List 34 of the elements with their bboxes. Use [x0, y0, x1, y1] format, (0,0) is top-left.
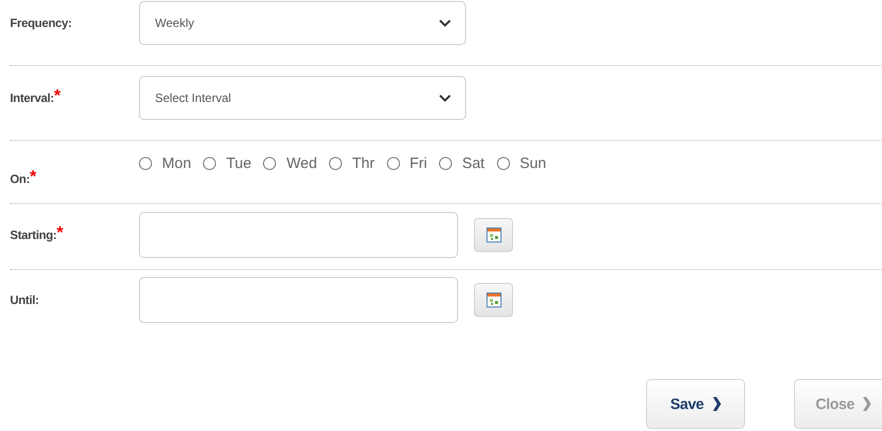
radio-button[interactable]	[496, 157, 510, 170]
calendar-icon	[486, 227, 502, 243]
field-label: Interval:*	[10, 91, 60, 105]
radio-button[interactable]	[263, 157, 276, 170]
date-input-field[interactable]	[139, 212, 458, 258]
chevron-right-icon	[712, 397, 721, 411]
field-label: On:*	[10, 172, 36, 186]
chevron-down-icon	[439, 19, 451, 27]
field-label: Frequency:	[10, 16, 72, 30]
radio-label[interactable]: Thr	[352, 155, 375, 172]
radio-button[interactable]	[439, 157, 452, 170]
save-button[interactable]: Save	[646, 379, 745, 429]
dropdown-value: Weekly	[155, 16, 194, 30]
dropdown-placeholder: Select Interval	[155, 91, 232, 105]
radio-button[interactable]	[329, 157, 342, 170]
radio-button[interactable]	[386, 157, 400, 170]
calendar-icon	[486, 292, 502, 308]
dropdown[interactable]: Select Interval	[139, 76, 466, 120]
field-label: Starting:*	[10, 228, 63, 242]
field-label: Until:	[10, 293, 39, 307]
calendar-button[interactable]	[474, 283, 513, 317]
radio-label[interactable]: Mon	[162, 155, 192, 172]
dropdown[interactable]: Weekly	[139, 1, 466, 45]
radio-label[interactable]: Fri	[410, 155, 428, 172]
radio-label[interactable]: Tue	[226, 155, 252, 172]
radio-label[interactable]: Wed	[286, 155, 318, 172]
calendar-button[interactable]	[474, 218, 513, 252]
chevron-down-icon	[439, 94, 451, 102]
chevron-right-icon	[862, 397, 872, 411]
radio-button[interactable]	[203, 157, 216, 170]
date-input-field[interactable]	[139, 277, 458, 323]
radio-label[interactable]: Sun	[520, 155, 546, 172]
radio-button[interactable]	[139, 157, 152, 170]
radio-label[interactable]: Sat	[462, 155, 485, 172]
